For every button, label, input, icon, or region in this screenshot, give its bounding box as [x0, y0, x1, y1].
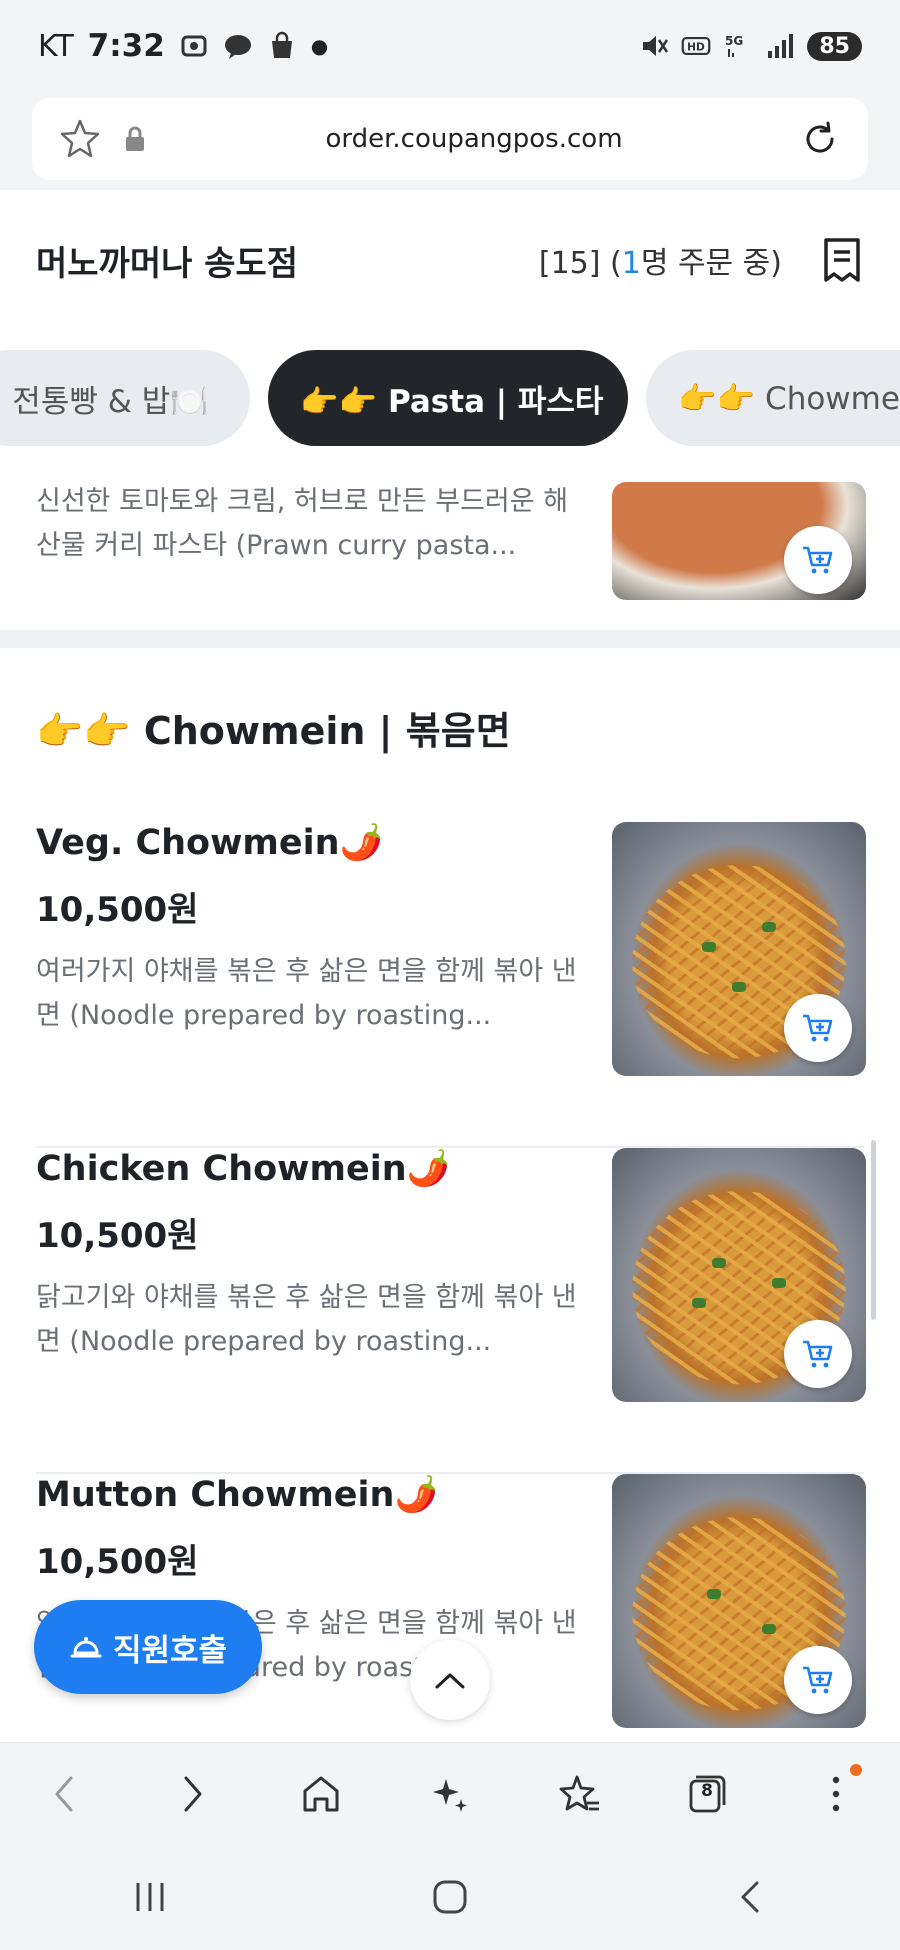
store-name: 머노까머나 송도점 — [36, 243, 299, 284]
tab-label: | 전통빵 & 밥🍽️ — [0, 383, 209, 420]
item-image[interactable] — [612, 482, 866, 600]
screenshot-icon — [181, 35, 207, 57]
item-name: Chicken Chowmein🌶️ — [36, 1149, 451, 1189]
scroll-to-top-button[interactable] — [410, 1640, 490, 1720]
svg-text:5G: 5G — [725, 34, 743, 48]
item-name: Veg. Chowmein🌶️ — [36, 823, 384, 863]
cart-plus-icon — [803, 1340, 833, 1368]
home-nav-button[interactable] — [420, 1867, 480, 1927]
svg-text:HD: HD — [688, 41, 706, 53]
recent-apps-icon — [136, 1883, 164, 1911]
talk-icon — [224, 35, 251, 59]
system-nav-bar — [0, 1844, 900, 1950]
notification-dot-icon: ● — [310, 34, 329, 58]
tab-bread-rice[interactable]: | 전통빵 & 밥🍽️ — [0, 350, 250, 446]
tab-label: 👉👉 Chowmein — [678, 380, 900, 417]
5g-signal-icon: 5G — [725, 34, 744, 57]
menu-item-prawn-curry-pasta[interactable]: 신선한 토마토와 크림, 허브로 만든 부드러운 해산물 커리 파스타 (Pra… — [0, 470, 900, 630]
star-list-icon — [559, 1775, 599, 1810]
tab-label: 👉👉 Pasta | 파스타 — [300, 383, 604, 420]
order-status: [15] (1명 주문 중) — [539, 238, 782, 282]
menu-item-veg-chowmein[interactable]: Veg. Chowmein🌶️ 10,500원 여러가지 야채를 볶은 후 삶은… — [0, 822, 900, 1148]
clock: 7:32 — [87, 28, 165, 64]
chevron-left-icon — [55, 1776, 73, 1811]
more-menu-button[interactable] — [806, 1763, 866, 1824]
item-image[interactable] — [612, 822, 866, 1076]
back-chevron-icon — [741, 1881, 759, 1913]
bookmark-star-icon[interactable] — [58, 117, 102, 161]
order-suffix: 명 주문 중) — [640, 246, 782, 281]
item-image[interactable] — [612, 1148, 866, 1402]
tab-chowmein[interactable]: 👉👉 Chowmein — [646, 350, 900, 446]
carrier-label: KT — [38, 28, 74, 64]
tabs-count: 8 — [701, 1780, 713, 1801]
add-to-cart-button[interactable] — [784, 526, 852, 594]
tab-pasta[interactable]: 👉👉 Pasta | 파스타 — [268, 350, 628, 446]
item-price: 10,500원 — [36, 890, 199, 930]
back-nav-button[interactable] — [720, 1867, 780, 1927]
forward-button[interactable] — [163, 1764, 223, 1824]
item-price: 10,500원 — [36, 1216, 199, 1256]
cart-plus-icon — [803, 1666, 833, 1694]
scrollbar[interactable] — [871, 1140, 876, 1320]
cart-plus-icon — [803, 546, 833, 574]
add-to-cart-button[interactable] — [784, 1320, 852, 1388]
back-button[interactable] — [34, 1764, 94, 1824]
order-prefix: [15] ( — [538, 246, 622, 281]
category-tabs: | 전통빵 & 밥🍽️ 👉👉 Pasta | 파스타 👉👉 Chowmein — [0, 330, 900, 470]
url-bar[interactable]: order.coupangpos.com — [32, 98, 868, 180]
battery-indicator: 85 — [807, 31, 862, 61]
hd-icon: HD — [682, 36, 711, 56]
sparkle-icon — [432, 1778, 467, 1812]
home-icon — [303, 1776, 339, 1811]
item-description: 닭고기와 야채를 볶은 후 삶은 면을 함께 볶아 낸 면 (Noodle pr… — [36, 1282, 577, 1357]
home-circle-icon — [433, 1880, 467, 1914]
signal-bars-icon — [768, 34, 794, 58]
menu-list[interactable]: 신선한 토마토와 크림, 허브로 만든 부드러운 해산물 커리 파스타 (Pra… — [0, 470, 900, 1742]
item-price: 10,500원 — [36, 1542, 199, 1582]
chevron-right-icon — [184, 1776, 202, 1811]
reload-icon[interactable] — [798, 117, 842, 161]
order-count: 1 — [621, 246, 641, 281]
staff-call-label: 직원호출 — [112, 1632, 228, 1669]
section-title: 👉👉 Chowmein | 볶음면 — [36, 709, 511, 753]
url-text[interactable]: order.coupangpos.com — [150, 124, 798, 154]
cart-plus-icon — [803, 1014, 833, 1042]
browser-toolbar: 8 — [0, 1742, 900, 1844]
mute-icon — [643, 36, 669, 56]
receipt-icon[interactable] — [820, 236, 864, 284]
home-button[interactable] — [291, 1764, 351, 1824]
item-description: 여러가지 야채를 볶은 후 삶은 면을 함께 볶아 낸 면 (Noodle pr… — [36, 956, 577, 1031]
more-vertical-icon — [832, 1776, 839, 1811]
item-description: 신선한 토마토와 크림, 허브로 만든 부드러운 해산물 커리 파스타 (Pra… — [36, 486, 569, 561]
add-to-cart-button[interactable] — [784, 994, 852, 1062]
shopping-bag-icon — [271, 31, 292, 58]
ai-assistant-button[interactable] — [420, 1764, 480, 1824]
bookmarks-button[interactable] — [549, 1764, 609, 1824]
service-bell-icon — [70, 1637, 102, 1658]
store-header: 머노까머나 송도점 [15] (1명 주문 중) — [0, 190, 900, 330]
lock-icon — [126, 126, 144, 151]
staff-call-button[interactable]: 직원호출 — [34, 1600, 262, 1694]
recent-apps-button[interactable] — [120, 1867, 180, 1927]
item-name: Mutton Chowmein🌶️ — [36, 1475, 439, 1515]
chevron-up-icon — [435, 1673, 465, 1689]
menu-item-chicken-chowmein[interactable]: Chicken Chowmein🌶️ 10,500원 닭고기와 야채를 볶은 후… — [0, 1148, 900, 1474]
update-dot-icon — [849, 1763, 862, 1776]
section-divider — [0, 630, 900, 648]
item-image[interactable] — [612, 1474, 866, 1728]
add-to-cart-button[interactable] — [784, 1646, 852, 1714]
status-bar: KT 7:32 ● HD 5G 85 — [0, 0, 900, 92]
tabs-button[interactable]: 8 — [677, 1764, 737, 1824]
